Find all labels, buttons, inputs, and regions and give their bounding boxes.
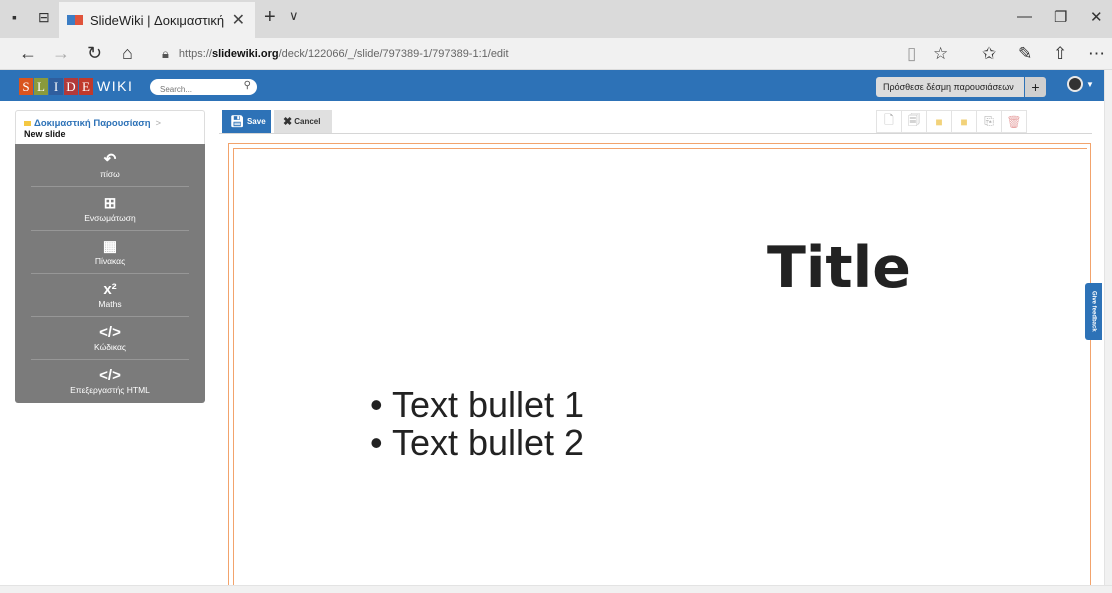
slidewiki-favicon-icon: [67, 15, 83, 25]
lock-icon: 🔒︎: [162, 46, 169, 61]
table-icon: ▦: [102, 238, 118, 255]
tab-close-icon[interactable]: ✕: [232, 10, 245, 30]
breadcrumb-deck[interactable]: Δοκιμαστική Παρουσίαση: [34, 118, 151, 129]
close-window-icon[interactable]: ✕: [1090, 8, 1103, 26]
folder-icon[interactable]: ■: [951, 110, 977, 133]
sidebar-item-label: Πίνακας: [94, 256, 126, 266]
url-prefix: https://: [178, 48, 212, 60]
url-path: /deck/122066/_/slide/797389-1/797389-1:1…: [278, 48, 509, 60]
floppy-disk-icon: 💾︎: [230, 116, 244, 128]
pen-icon[interactable]: ✎: [1018, 44, 1032, 64]
search-box[interactable]: ⚲: [150, 79, 257, 98]
sidebar-item-html-editor[interactable]: </> Επεξεργαστής HTML: [25, 368, 195, 395]
add-deck-source-button[interactable]: Πρόσθεσε δέσμη παρουσιάσεων: [876, 77, 1024, 97]
browser-tab-strip: ▪ ⊟ SlideWiki | Δοκιμαστική ✕ + ∨ — ❐ ✕: [0, 0, 1112, 38]
slide-actions-toolbar: 🗋︎ 🗐︎ ■ ■ ⎘ 🗑︎: [876, 110, 1027, 133]
file-add-icon[interactable]: 🗋︎: [876, 110, 902, 133]
breadcrumb: Δοκιμαστική Παρουσίαση > New slide: [15, 110, 205, 144]
editor-sidebar: ↶ πίσω ⊞ Ενσωμάτωση ▦ Πίνακας x² Maths <…: [15, 144, 205, 403]
logo-letter: E: [79, 77, 93, 95]
reading-view-icon[interactable]: ▯: [907, 44, 916, 64]
divider: [31, 273, 189, 274]
tab-preview-icon[interactable]: ⊟: [38, 9, 50, 26]
new-tab-icon[interactable]: +: [264, 6, 276, 29]
cancel-button[interactable]: ✖ Cancel: [274, 110, 332, 133]
browser-tab[interactable]: SlideWiki | Δοκιμαστική ✕: [59, 2, 255, 38]
tab-actions-icon[interactable]: ▪: [12, 9, 17, 25]
search-input[interactable]: [160, 81, 245, 98]
favorite-star-icon[interactable]: ☆: [933, 44, 948, 64]
trash-icon[interactable]: 🗑︎: [1001, 110, 1027, 133]
forward-icon[interactable]: →: [52, 43, 70, 64]
sidebar-item-code[interactable]: </> Κώδικας: [25, 325, 195, 352]
undo-icon: ↶: [103, 151, 117, 168]
slidewiki-logo[interactable]: S L I D E WIKI: [19, 77, 133, 95]
sidebar-item-table[interactable]: ▦ Πίνακας: [25, 239, 195, 266]
url-field[interactable]: 🔒︎ https://slidewiki.org/deck/122066/_/s…: [162, 41, 902, 67]
logo-letter: S: [19, 77, 33, 95]
divider: [31, 230, 189, 231]
tab-dropdown-icon[interactable]: ∨: [289, 8, 299, 24]
sidebar-item-label: Maths: [98, 299, 122, 309]
url-domain: slidewiki.org: [211, 48, 279, 60]
share-icon[interactable]: ⇧: [1053, 44, 1067, 64]
bullet-item[interactable]: • Text bullet 2: [370, 424, 584, 462]
slide-canvas[interactable]: [233, 148, 1087, 593]
sidebar-item-embed[interactable]: ⊞ Ενσωμάτωση: [25, 196, 195, 223]
sidebar-item-label: πίσω: [100, 169, 120, 179]
cancel-label: Cancel: [294, 117, 321, 126]
divider: [31, 186, 189, 187]
breadcrumb-current-slide: New slide: [24, 129, 66, 139]
folder-add-icon[interactable]: ■: [926, 110, 952, 133]
more-icon[interactable]: ⋯: [1088, 44, 1105, 64]
slide-bullet-list[interactable]: • Text bullet 1 • Text bullet 2: [370, 386, 584, 462]
favorites-hub-icon[interactable]: ✩: [982, 44, 996, 64]
sidebar-item-label: Επεξεργαστής HTML: [70, 385, 150, 395]
sidebar-item-label: Ενσωμάτωση: [84, 213, 136, 223]
sidebar-item-back[interactable]: ↶ πίσω: [25, 152, 195, 179]
file-duplicate-icon[interactable]: 🗐︎: [901, 110, 927, 133]
refresh-icon[interactable]: ↻: [87, 43, 102, 64]
logo-wiki-text: WIKI: [97, 78, 134, 94]
logo-letter: L: [34, 77, 48, 95]
save-button[interactable]: 💾︎ Save: [222, 110, 271, 133]
give-feedback-button[interactable]: Give feedback: [1085, 283, 1102, 340]
logo-letter: I: [49, 77, 63, 95]
sidebar-item-maths[interactable]: x² Maths: [25, 282, 195, 309]
folder-icon: [24, 121, 31, 126]
divider: [31, 316, 189, 317]
slide-title[interactable]: Title: [767, 235, 911, 301]
tab-title: SlideWiki | Δοκιμαστική: [90, 12, 225, 28]
horizontal-scrollbar[interactable]: [0, 585, 1112, 593]
divider: [219, 133, 1092, 134]
add-icon[interactable]: +: [1025, 77, 1046, 97]
divider: [31, 359, 189, 360]
code-icon: </>: [99, 324, 121, 341]
maximize-icon[interactable]: ❐: [1054, 8, 1067, 26]
plus-square-icon: ⊞: [103, 195, 117, 212]
sidebar-item-label: Κώδικας: [94, 342, 126, 352]
save-label: Save: [246, 117, 266, 126]
breadcrumb-deck-link[interactable]: Δοκιμαστική Παρουσίαση >: [24, 118, 204, 129]
home-icon[interactable]: ⌂: [122, 43, 133, 64]
superscript-icon: x²: [103, 281, 117, 298]
bullet-item[interactable]: • Text bullet 1: [370, 386, 584, 424]
avatar-caret-icon[interactable]: ▼: [1086, 80, 1094, 89]
vertical-scrollbar[interactable]: [1104, 70, 1112, 585]
copy-icon[interactable]: ⎘: [976, 110, 1002, 133]
address-bar: ← → ↻ ⌂ 🔒︎ https://slidewiki.org/deck/12…: [0, 38, 1112, 70]
breadcrumb-separator: >: [155, 118, 162, 129]
avatar[interactable]: [1067, 76, 1083, 92]
app-header: S L I D E WIKI ⚲ Πρόσθεσε δέσμη παρουσιά…: [0, 70, 1104, 101]
logo-letter: D: [64, 77, 78, 95]
back-icon[interactable]: ←: [19, 43, 37, 64]
search-icon[interactable]: ⚲: [244, 80, 251, 91]
code-icon: </>: [99, 367, 121, 384]
close-icon: ✖: [283, 116, 293, 128]
minimize-icon[interactable]: —: [1017, 8, 1032, 25]
